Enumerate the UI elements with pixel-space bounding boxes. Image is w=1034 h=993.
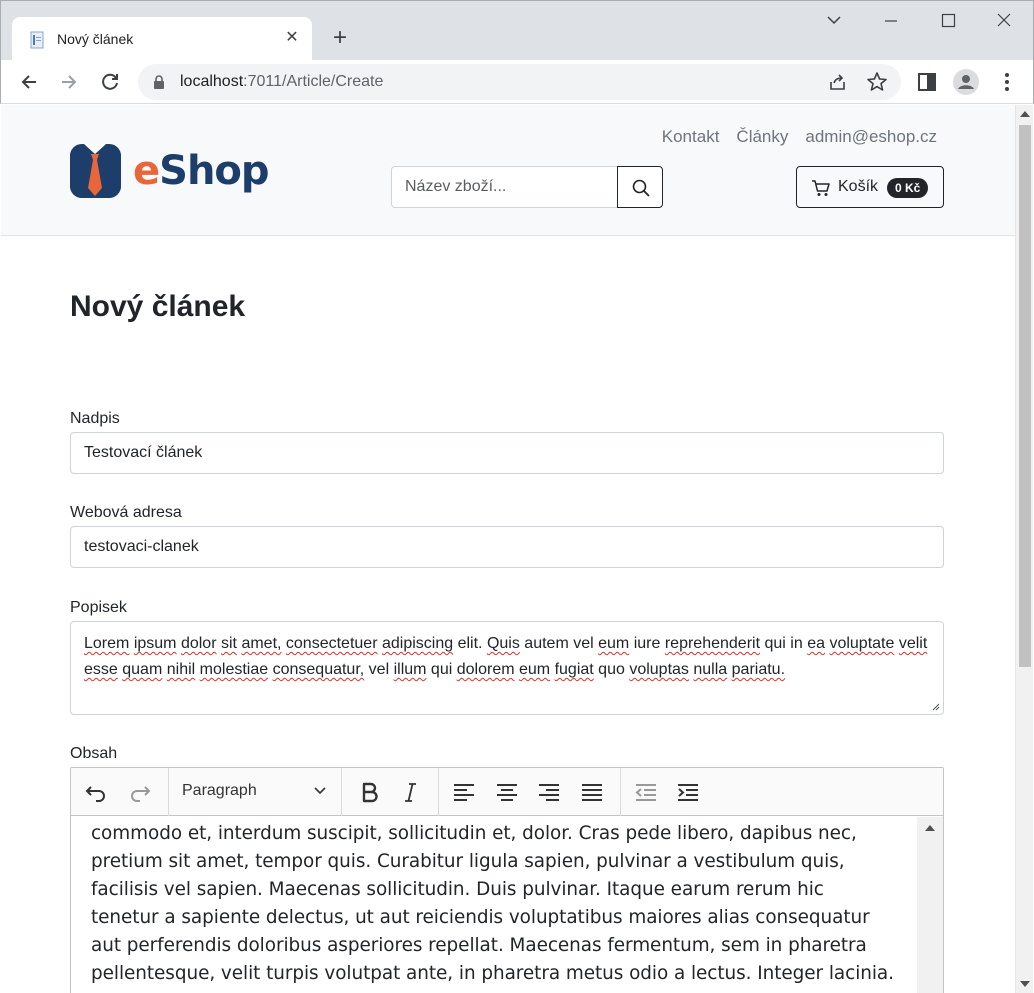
search-icon	[632, 179, 650, 197]
toolbar-separator	[341, 768, 342, 816]
profile-avatar-icon[interactable]	[952, 68, 980, 96]
logo-shop: Shop	[159, 148, 269, 194]
redo-icon[interactable]	[126, 778, 154, 806]
cart-total-badge: 0 Kč	[887, 178, 929, 198]
align-justify-icon[interactable]	[578, 778, 606, 806]
undo-icon[interactable]	[82, 778, 110, 806]
side-panel-icon[interactable]	[913, 68, 941, 96]
outdent-icon[interactable]	[632, 778, 660, 806]
italic-icon[interactable]	[396, 778, 424, 806]
resize-handle-icon[interactable]	[930, 701, 940, 711]
url-text: localhost:7011/Article/Create	[180, 73, 383, 91]
share-icon[interactable]	[826, 70, 850, 94]
forward-arrow-icon[interactable]	[55, 68, 83, 96]
scrollbar-thumb[interactable]	[1019, 125, 1031, 667]
cart-icon	[812, 180, 830, 196]
browser-menu-icon[interactable]	[993, 68, 1021, 96]
bookmark-star-icon[interactable]	[865, 70, 889, 94]
page-viewport: eShop Kontakt Články admin@eshop.cz Koší…	[1, 105, 1015, 993]
tab-close-icon[interactable]: ✕	[282, 28, 302, 48]
toolbar-separator	[620, 768, 621, 816]
document-favicon-icon	[30, 31, 44, 49]
browser-toolbar: localhost:7011/Article/Create	[0, 60, 1034, 104]
url-path: :7011/Article/Create	[243, 73, 384, 90]
browser-tabbar: Nový článek ✕ +	[0, 0, 1034, 61]
top-navigation: Kontakt Články admin@eshop.cz	[662, 127, 937, 147]
title-input[interactable]: Testovací článek	[70, 432, 944, 474]
maximize-icon[interactable]	[933, 7, 963, 35]
url-host: localhost	[180, 73, 244, 90]
scroll-up-arrow-icon[interactable]	[925, 825, 935, 831]
new-tab-plus-icon[interactable]: +	[327, 25, 353, 51]
align-left-icon[interactable]	[450, 778, 478, 806]
chevron-down-icon[interactable]	[313, 786, 327, 796]
editor-paragraph: commodo et, interdum suscipit, sollicitu…	[91, 823, 894, 993]
nav-link-account[interactable]: admin@eshop.cz	[805, 127, 937, 147]
description-text: Lorem ipsum dolor sit amet, consectetuer…	[84, 635, 928, 678]
bold-icon[interactable]	[355, 778, 383, 806]
content-label: Obsah	[70, 745, 118, 762]
url-input[interactable]: testovaci-clanek	[70, 526, 944, 568]
nav-link-kontakt[interactable]: Kontakt	[662, 127, 720, 147]
address-bar[interactable]: localhost:7011/Article/Create	[138, 64, 901, 100]
tie-logo-icon	[70, 144, 121, 198]
minimize-icon[interactable]	[876, 7, 906, 35]
editor-scrollbar[interactable]	[917, 817, 943, 993]
scroll-down-arrow-icon[interactable]	[1020, 981, 1030, 987]
browser-tab[interactable]: Nový článek ✕	[12, 17, 312, 61]
lock-icon	[154, 75, 164, 89]
indent-icon[interactable]	[674, 778, 702, 806]
logo-e: e	[133, 148, 160, 194]
toolbar-separator	[438, 768, 439, 816]
search-button[interactable]	[617, 166, 663, 208]
description-textarea[interactable]: Lorem ipsum dolor sit amet, consectetuer…	[70, 621, 944, 715]
align-right-icon[interactable]	[535, 778, 563, 806]
align-center-icon[interactable]	[493, 778, 521, 806]
url-label: Webová adresa	[70, 504, 182, 521]
reload-icon[interactable]	[96, 68, 124, 96]
editor-content-area[interactable]: commodo et, interdum suscipit, sollicitu…	[71, 817, 917, 993]
rich-text-editor: Paragraph commodo et, interdum suscipit,…	[70, 767, 944, 993]
close-window-icon[interactable]	[989, 7, 1019, 35]
page-title: Nový článek	[70, 290, 246, 323]
scroll-up-arrow-icon[interactable]	[1020, 111, 1030, 117]
tab-title: Nový článek	[57, 31, 134, 47]
page-scrollbar[interactable]	[1015, 105, 1033, 993]
cart-button[interactable]: Košík 0 Kč	[796, 166, 944, 208]
site-header: eShop Kontakt Články admin@eshop.cz Koší…	[1, 105, 1015, 236]
description-label: Popisek	[70, 599, 127, 616]
toolbar-separator	[168, 768, 169, 816]
logo-wordmark: eShop	[133, 148, 270, 194]
editor-toolbar: Paragraph	[71, 768, 943, 816]
tab-search-chevron-icon[interactable]	[819, 7, 849, 35]
back-arrow-icon[interactable]	[15, 68, 43, 96]
heading-select[interactable]: Paragraph	[182, 782, 257, 800]
search-input[interactable]	[391, 166, 618, 208]
title-label: Nadpis	[70, 410, 120, 427]
cart-label: Košík	[838, 178, 879, 195]
search-form	[391, 166, 663, 208]
nav-link-clanky[interactable]: Články	[736, 127, 788, 147]
